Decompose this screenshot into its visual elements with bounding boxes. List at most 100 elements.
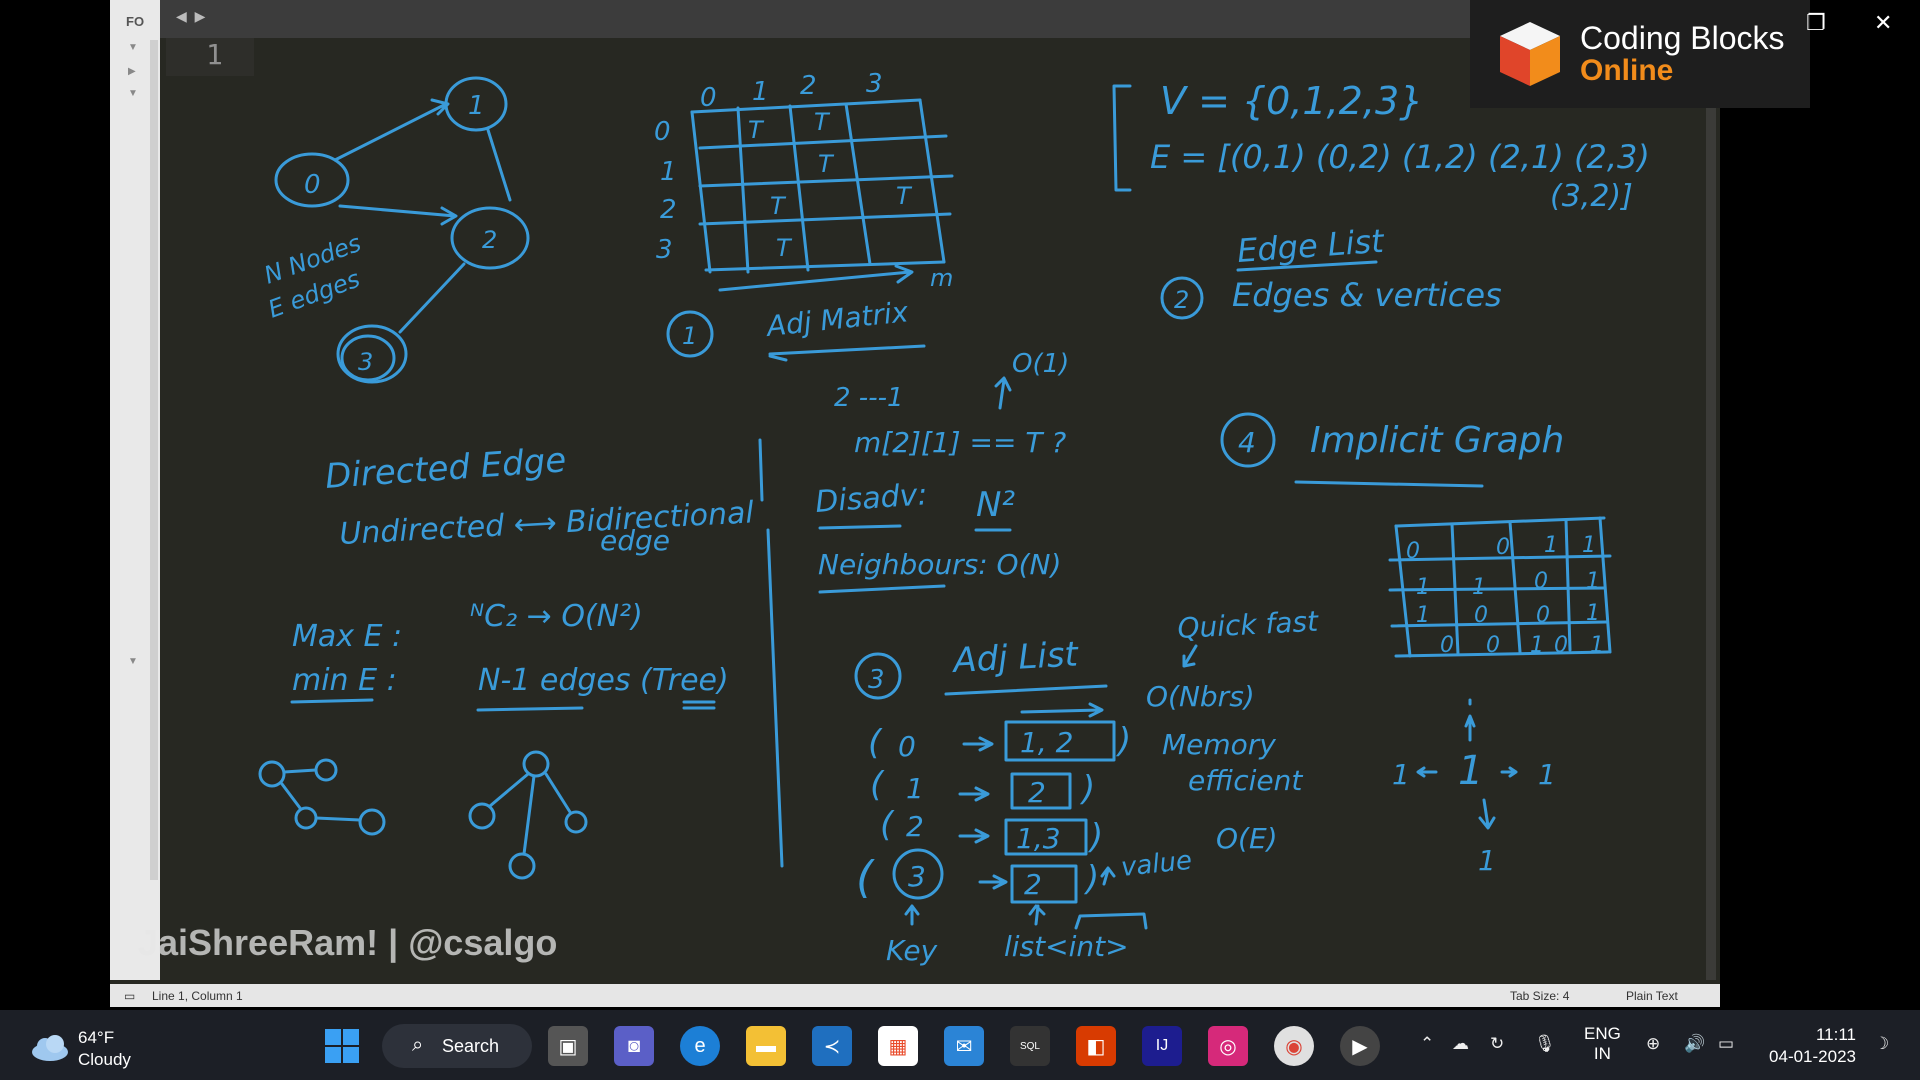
- mysql-icon[interactable]: SQL: [1010, 1026, 1050, 1066]
- adj-matrix-num: 1: [682, 322, 697, 350]
- network-icon[interactable]: ⊕: [1646, 1034, 1660, 1054]
- weather-condition: Cloudy: [78, 1050, 131, 1069]
- vscode-icon[interactable]: ≺: [812, 1026, 852, 1066]
- battery-icon[interactable]: ▭: [1718, 1034, 1734, 1054]
- min-e-label: min E :: [292, 663, 397, 698]
- mail-icon[interactable]: ✉: [944, 1026, 984, 1066]
- tree-graph: [468, 750, 588, 880]
- disadv-underline: [818, 524, 902, 530]
- store-icon[interactable]: ▦: [878, 1026, 918, 1066]
- svg-text:1: 1: [1582, 533, 1596, 558]
- close-icon[interactable]: ✕: [1874, 10, 1892, 36]
- node-2-label: 2: [482, 226, 497, 254]
- svg-text:0: 0: [1534, 569, 1548, 594]
- weather-temp: 64°F: [78, 1028, 115, 1047]
- chat-icon[interactable]: ◙: [614, 1026, 654, 1066]
- svg-text:0: 0: [1406, 539, 1420, 564]
- quick-arrow: [1182, 644, 1198, 668]
- svg-text:0: 0: [1496, 535, 1510, 560]
- two-one-text: 2 ---1: [834, 383, 904, 413]
- edge-2-3: [398, 262, 466, 334]
- node-0-label: 0: [304, 170, 321, 200]
- svg-text:(: (: [868, 723, 883, 763]
- node-3-label: 3: [358, 348, 373, 376]
- office-icon[interactable]: ◧: [1076, 1026, 1116, 1066]
- directed-text: Directed Edge: [324, 440, 568, 497]
- svg-text:1: 1: [1392, 758, 1410, 791]
- brand-logo: Coding Blocks Online: [1470, 0, 1810, 108]
- svg-text:1: 1: [1416, 603, 1430, 628]
- taskbar-search[interactable]: ⌕ Search: [382, 1024, 532, 1068]
- graph-drawing: 1 0 2 3 N Nodes E edges: [260, 76, 530, 384]
- clock[interactable]: 11:11 04-01-2023: [1766, 1024, 1856, 1068]
- sync-icon[interactable]: ↻: [1490, 1034, 1504, 1054]
- svg-text:T: T: [748, 116, 765, 144]
- instagram-icon[interactable]: ◎: [1208, 1026, 1248, 1066]
- center-one: 1: [1458, 748, 1483, 794]
- matrix-row-0: 0: [654, 117, 671, 147]
- svg-text:T: T: [818, 150, 835, 178]
- neighbours-underline: [818, 584, 946, 594]
- implicit-text: Implicit Graph: [1310, 420, 1564, 461]
- undirected-text: Undirected ⟷ Bidirectional: [339, 495, 756, 552]
- matrix-col-0: 0: [700, 83, 717, 113]
- media-player-icon[interactable]: ▶: [1340, 1026, 1380, 1066]
- restore-icon[interactable]: ❐: [1806, 10, 1826, 36]
- onedrive-icon[interactable]: ☁: [1452, 1034, 1469, 1054]
- min-e-value: N-1 edges (Tree): [478, 663, 729, 698]
- svg-text:0: 0: [1536, 603, 1550, 628]
- key-arrow: [904, 904, 920, 926]
- edge-1-2: [486, 128, 512, 202]
- svg-text:1: 1: [1586, 569, 1600, 594]
- start-icon[interactable]: [322, 1026, 362, 1066]
- eset-text-2: (3,2)]: [1550, 179, 1633, 214]
- svg-text:0: 0: [1440, 633, 1454, 658]
- microphone-icon[interactable]: 🎙: [1534, 1034, 1556, 1054]
- o-nbrs-text: O(Nbrs): [1146, 680, 1255, 713]
- chevron-up-icon[interactable]: ⌃: [1420, 1034, 1434, 1054]
- adj-list-num: 3: [868, 665, 885, 695]
- edge-text: edge: [600, 524, 670, 557]
- svg-text:0: 0: [898, 730, 916, 763]
- adj-matrix: 0 1 2 3 0 1 2 3 T T T T T T m 1 Adj Matr…: [654, 69, 954, 362]
- right-arrow: [1500, 766, 1518, 778]
- quick-fast-text: Quick fast: [1177, 605, 1320, 645]
- o1-arrow: [994, 376, 1012, 410]
- svg-text:(: (: [856, 852, 875, 903]
- n-squared-text: N²: [976, 485, 1015, 525]
- cloud-icon: [32, 1035, 68, 1061]
- taskbar: 64°F Cloudy ⌕ Search ▣ ◙ e ▬ ≺ ▦ ✉ SQL ◧…: [0, 1010, 1920, 1080]
- volume-icon[interactable]: 🔊: [1684, 1034, 1705, 1054]
- search-icon: ⌕: [412, 1034, 424, 1056]
- notification-icon[interactable]: ☽: [1874, 1034, 1889, 1054]
- svg-text:1: 1: [1538, 758, 1556, 791]
- svg-text:1, 2: 1, 2: [1020, 726, 1073, 759]
- disadv-text: Disadv:: [814, 477, 929, 520]
- query-text: m[2][1] == T ?: [854, 426, 1066, 459]
- implicit-num: 4: [1238, 426, 1256, 459]
- svg-text:3: 3: [908, 860, 926, 893]
- matrix-col-2: 2: [800, 71, 817, 101]
- neighbours-text: Neighbours: O(N): [818, 548, 1061, 581]
- intellij-icon[interactable]: IJ: [1142, 1026, 1182, 1066]
- o-e-text: O(E): [1216, 822, 1278, 855]
- min-e-underline: [290, 698, 374, 704]
- min-e-underline-2: [476, 700, 716, 712]
- svg-text:0: 0: [1474, 603, 1488, 628]
- chrome-icon[interactable]: ◉: [1274, 1026, 1314, 1066]
- svg-text:T: T: [814, 108, 831, 136]
- svg-text:T: T: [776, 234, 793, 262]
- task-view-icon[interactable]: ▣: [548, 1026, 588, 1066]
- language-indicator[interactable]: ENG IN: [1584, 1024, 1621, 1064]
- eset-text: E = [(0,1) (0,2) (1,2) (2,1) (2,3): [1150, 138, 1650, 176]
- svg-text:): ): [1087, 817, 1103, 857]
- svg-text:(: (: [870, 765, 885, 805]
- path-graph: [258, 758, 386, 836]
- file-explorer-icon[interactable]: ▬: [746, 1026, 786, 1066]
- svg-text:1: 1: [1544, 533, 1558, 558]
- list-arrow: [1028, 904, 1148, 930]
- svg-text:1: 1: [1530, 633, 1544, 658]
- edge-browser-icon[interactable]: e: [680, 1026, 720, 1066]
- edges-vertices-text: Edges & vertices: [1232, 276, 1502, 314]
- o1-text: O(1): [1012, 349, 1069, 379]
